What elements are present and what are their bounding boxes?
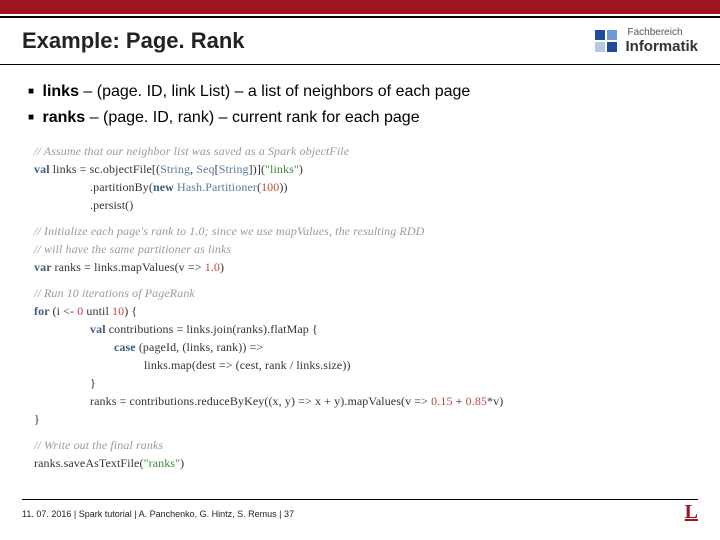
code-number: 0.15 [431, 394, 452, 408]
code-comment: // Assume that our neighbor list was sav… [34, 144, 349, 158]
code-number: 1.0 [205, 260, 220, 274]
code-keyword: new [153, 180, 177, 194]
code-keyword: val [90, 322, 109, 336]
code-string: "ranks" [144, 456, 181, 470]
page-title: Example: Page. Rank [22, 28, 245, 54]
logo-bottom-label: Informatik [625, 39, 698, 55]
code-keyword: for [34, 304, 53, 318]
code-comment: // Run 10 iterations of PageRank [34, 286, 195, 300]
code-text: links.map(dest => (cest, rank / links.si… [144, 358, 351, 372]
bullet-2-term: ranks [43, 109, 86, 126]
header: Example: Page. Rank Fachbereich Informat… [0, 18, 720, 60]
code-text: contributions = links.join(ranks).flatMa… [109, 322, 318, 336]
code-keyword: var [34, 260, 55, 274]
bullet-marker-icon: ■ [28, 112, 34, 123]
top-accent-bar [0, 0, 720, 14]
footer: 11. 07. 2016 | Spark tutorial | A. Panch… [0, 499, 720, 522]
code-comment: // Write out the final ranks [34, 438, 163, 452]
code-string: "links" [265, 162, 299, 176]
dept-logo: Fachbereich Informatik [595, 28, 698, 54]
code-type: Seq [196, 162, 214, 176]
code-text: + [453, 394, 466, 408]
content: ■ links – (page. ID, link List) – a list… [0, 65, 720, 472]
code-line: case (pageId, (links, rank)) => [34, 338, 692, 356]
code-line: } [34, 410, 692, 428]
code-line: .persist() [34, 196, 692, 214]
code-comment: // Initialize each page's rank to 1.0; s… [34, 224, 424, 238]
bullet-1-rest: – (page. ID, link List) – a list of neig… [79, 83, 470, 100]
code-block: // Assume that our neighbor list was sav… [28, 142, 692, 472]
code-line: // Run 10 iterations of PageRank [34, 284, 692, 302]
code-text: (i <- [53, 304, 78, 318]
bullet-list: ■ links – (page. ID, link List) – a list… [28, 79, 692, 130]
code-comment: // will have the same partitioner as lin… [34, 242, 231, 256]
code-text: *v) [487, 394, 503, 408]
code-text: ) [180, 456, 184, 470]
code-text: } [34, 412, 40, 426]
code-line: val links = sc.objectFile[(String, Seq[S… [34, 160, 692, 178]
logo-squares-icon [595, 30, 617, 52]
code-text: ranks.saveAsTextFile( [34, 456, 144, 470]
code-text: ])]( [249, 162, 265, 176]
code-line: .partitionBy(new Hash.Partitioner(100)) [34, 178, 692, 196]
code-type: String [219, 162, 249, 176]
slide: Example: Page. Rank Fachbereich Informat… [0, 0, 720, 540]
code-number: 10 [112, 304, 124, 318]
code-blank [34, 276, 692, 284]
code-text: .persist() [90, 198, 133, 212]
bullet-2-rest: – (page. ID, rank) – current rank for ea… [85, 109, 419, 126]
code-text: ) [220, 260, 224, 274]
code-keyword: case [114, 340, 139, 354]
bullet-1-term: links [43, 83, 79, 100]
bullet-marker-icon: ■ [28, 86, 34, 97]
code-line: ranks.saveAsTextFile("ranks") [34, 454, 692, 472]
code-number: 0.85 [466, 394, 487, 408]
code-text: (pageId, (links, rank)) => [139, 340, 263, 354]
code-line: val contributions = links.join(ranks).fl… [34, 320, 692, 338]
code-type: Hash.Partitioner [177, 180, 257, 194]
logo-text: Fachbereich Informatik [625, 28, 698, 54]
code-line: var ranks = links.mapValues(v => 1.0) [34, 258, 692, 276]
code-text: ranks = contributions.reduceByKey((x, y)… [90, 394, 431, 408]
code-text: links = sc.objectFile[( [53, 162, 160, 176]
code-text: ranks = links.mapValues(v => [55, 260, 205, 274]
code-number: 100 [261, 180, 279, 194]
code-line: links.map(dest => (cest, rank / links.si… [34, 356, 692, 374]
code-line: // Assume that our neighbor list was sav… [34, 142, 692, 160]
code-blank [34, 214, 692, 222]
code-text: )) [279, 180, 287, 194]
code-text: until [83, 304, 112, 318]
code-blank [34, 428, 692, 436]
code-text: .partitionBy( [90, 180, 153, 194]
footer-text: 11. 07. 2016 | Spark tutorial | A. Panch… [22, 509, 294, 519]
code-type: String [160, 162, 190, 176]
code-line: // will have the same partitioner as lin… [34, 240, 692, 258]
bullet-2: ■ ranks – (page. ID, rank) – current ran… [28, 105, 692, 131]
code-text: } [90, 376, 96, 390]
footer-l-logo: L [685, 501, 698, 524]
code-line: ranks = contributions.reduceByKey((x, y)… [34, 392, 692, 410]
code-text: ) [299, 162, 303, 176]
rule-footer [22, 499, 698, 500]
logo-top-label: Fachbereich [627, 28, 682, 39]
code-line: } [34, 374, 692, 392]
code-line: // Initialize each page's rank to 1.0; s… [34, 222, 692, 240]
code-text: ) { [124, 304, 137, 318]
bullet-1: ■ links – (page. ID, link List) – a list… [28, 79, 692, 105]
code-line: for (i <- 0 until 10) { [34, 302, 692, 320]
code-line: // Write out the final ranks [34, 436, 692, 454]
code-keyword: val [34, 162, 53, 176]
